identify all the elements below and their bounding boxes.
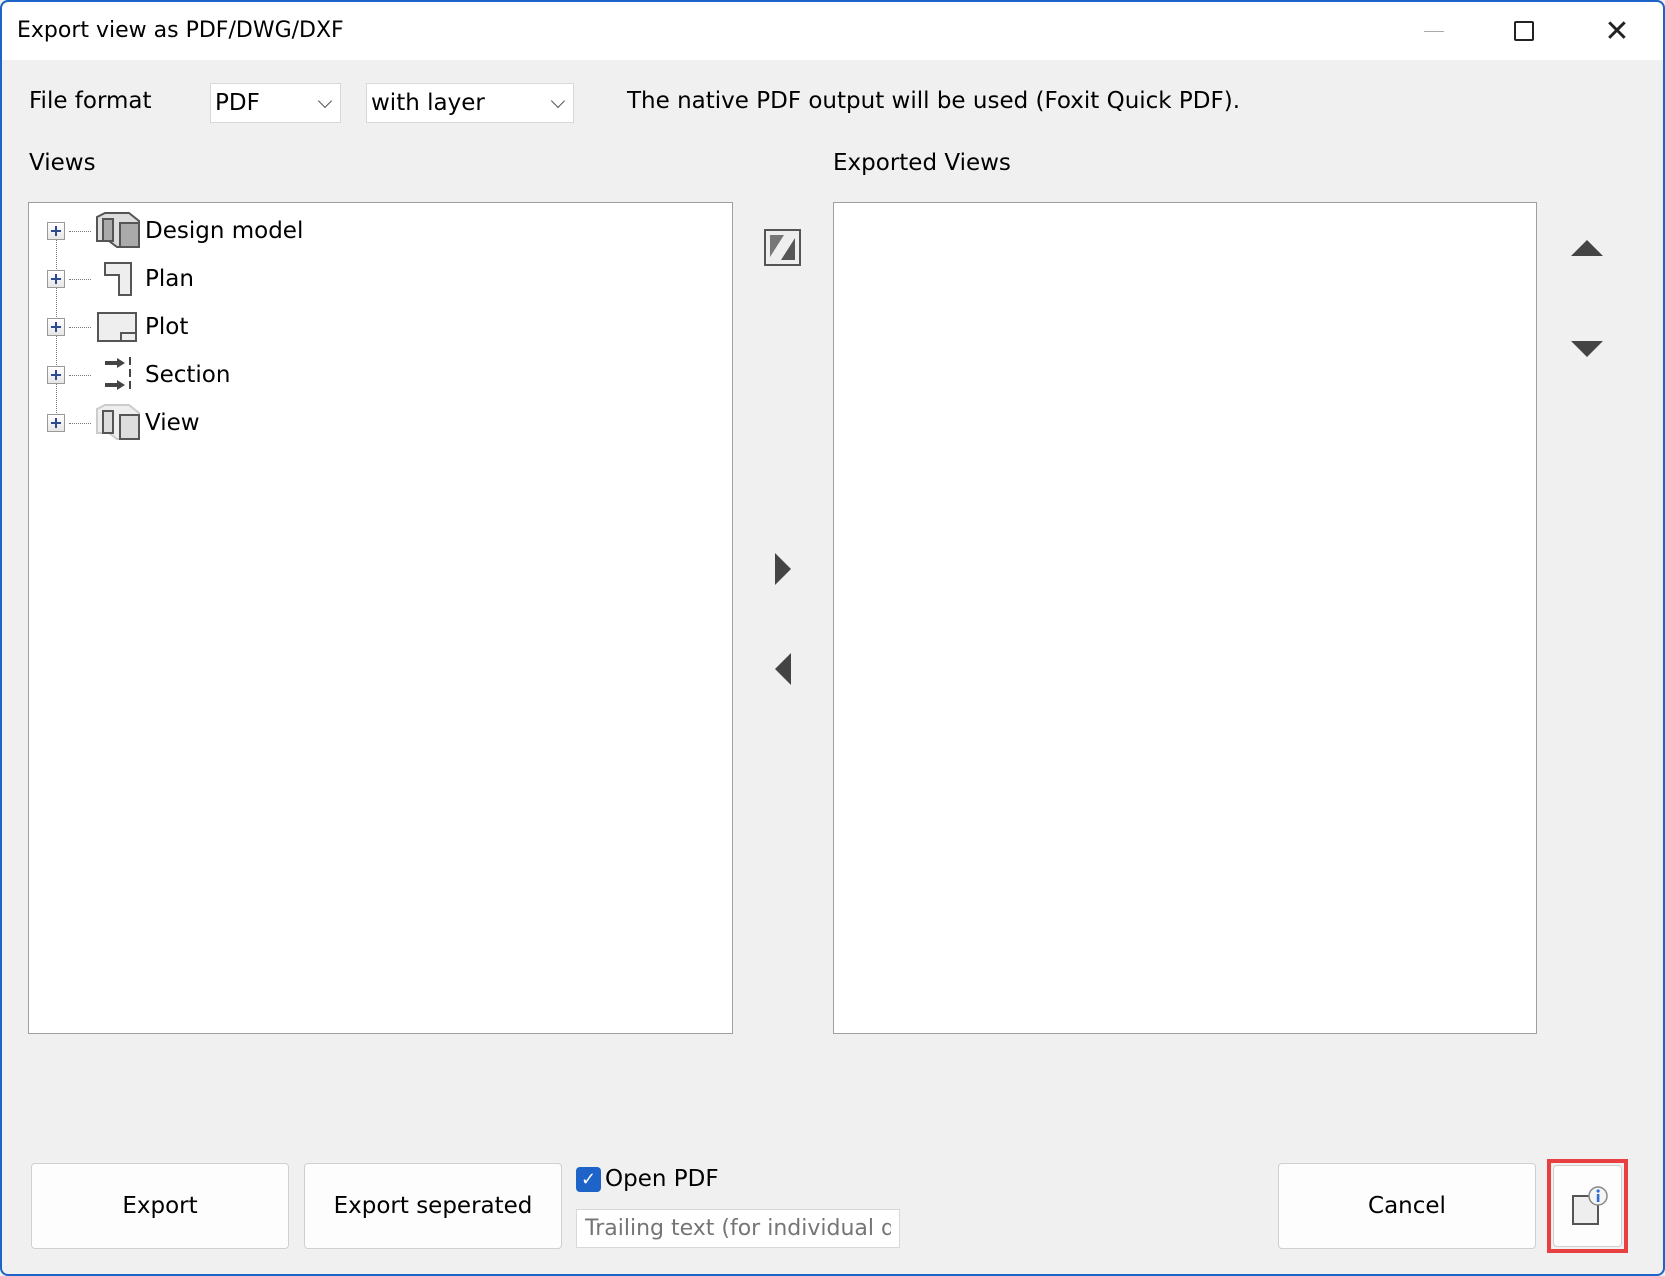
tree-item-plan[interactable]: Plan [47, 259, 194, 299]
export-dialog: Export view as PDF/DWG/DXF ✕ File format… [0, 0, 1665, 1276]
add-arrow-right-icon[interactable] [775, 553, 791, 585]
minimize-button[interactable] [1389, 2, 1479, 60]
layer-value: with layer [371, 90, 485, 116]
file-format-label: File format [29, 88, 152, 114]
format-value: PDF [215, 90, 260, 116]
tree-item-section[interactable]: Section [47, 355, 230, 395]
tree-item-label: Design model [145, 218, 304, 244]
toggle-view-button[interactable] [764, 229, 801, 266]
highlight-box [1547, 1159, 1628, 1253]
move-up-icon[interactable] [1571, 240, 1603, 256]
close-icon: ✕ [1604, 13, 1630, 49]
minimize-icon [1424, 30, 1444, 32]
chevron-down-icon [317, 93, 333, 109]
remove-arrow-left-icon[interactable] [775, 653, 791, 685]
expand-icon[interactable] [47, 318, 65, 336]
document-info-icon [1571, 1186, 1608, 1225]
section-icon [105, 357, 131, 393]
tree-item-plot[interactable]: Plot [47, 307, 188, 347]
layer-select[interactable]: with layer [366, 83, 574, 123]
tree-item-label: Plot [145, 314, 189, 340]
maximize-button[interactable] [1479, 2, 1569, 60]
design-model-icon [96, 212, 140, 248]
chevron-down-icon [550, 93, 566, 109]
expand-icon[interactable] [47, 366, 65, 384]
tree-item-design-model[interactable]: Design model [47, 211, 303, 251]
tree-item-view[interactable]: View [47, 403, 200, 443]
cancel-button[interactable]: Cancel [1278, 1163, 1536, 1249]
open-pdf-checkbox[interactable]: ✓ Open PDF [576, 1166, 719, 1192]
checkmark-icon: ✓ [576, 1166, 601, 1192]
maximize-icon [1514, 21, 1534, 41]
views-tree[interactable]: Design model Plan Plot Section View [28, 202, 733, 1034]
exported-views-list[interactable] [833, 202, 1537, 1034]
tree-item-label: Section [145, 362, 231, 388]
format-select[interactable]: PDF [210, 83, 341, 123]
image-swap-icon [764, 229, 801, 266]
window-title: Export view as PDF/DWG/DXF [17, 18, 344, 43]
plan-icon [104, 262, 132, 296]
expand-icon[interactable] [47, 414, 65, 432]
info-button[interactable] [1553, 1165, 1622, 1247]
exported-views-label: Exported Views [833, 150, 1011, 176]
tree-item-label: View [145, 410, 200, 436]
export-button[interactable]: Export [31, 1163, 289, 1249]
pdf-info-text: The native PDF output will be used (Foxi… [627, 88, 1241, 114]
expand-icon[interactable] [47, 270, 65, 288]
open-pdf-label: Open PDF [605, 1166, 719, 1192]
close-button[interactable]: ✕ [1572, 2, 1662, 60]
export-separated-button[interactable]: Export seperated [304, 1163, 562, 1249]
plot-icon [97, 312, 137, 342]
view-icon [96, 404, 140, 440]
expand-icon[interactable] [47, 222, 65, 240]
title-bar: Export view as PDF/DWG/DXF ✕ [2, 2, 1663, 60]
views-label: Views [29, 150, 96, 176]
tree-item-label: Plan [145, 266, 194, 292]
trailing-text-input[interactable] [576, 1209, 900, 1248]
move-down-icon[interactable] [1571, 341, 1603, 357]
